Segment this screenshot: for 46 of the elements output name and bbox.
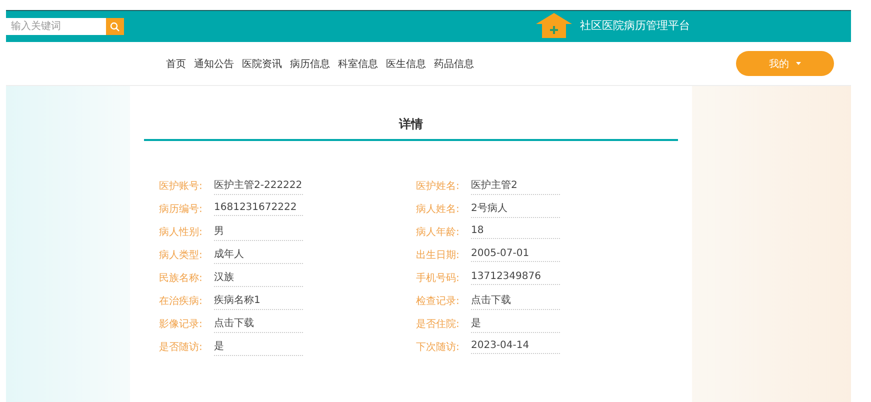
nav-link[interactable]: 医院资讯	[242, 56, 282, 70]
nav-link[interactable]: 首页	[166, 56, 186, 70]
search-button[interactable]	[106, 18, 124, 35]
nav-link[interactable]: 医生信息	[386, 56, 426, 70]
field-label: 是否随访:	[159, 340, 204, 354]
field-label: 下次随访:	[416, 340, 460, 354]
field-value: 医护主管2	[471, 178, 560, 194]
field-value: 是	[471, 316, 560, 332]
field-value: 2005-07-01	[471, 248, 560, 262]
field-label: 出生日期:	[416, 248, 460, 262]
detail-title: 详情	[144, 116, 678, 141]
field-value: 是	[214, 338, 303, 356]
field-label: 病历编号:	[159, 202, 204, 216]
house-plus-icon	[534, 12, 574, 38]
site-title: 社区医院病历管理平台	[580, 18, 690, 32]
field-value: 13712349876	[471, 271, 560, 285]
nav-link[interactable]: 科室信息	[338, 56, 378, 70]
field-value: 18	[471, 225, 560, 239]
field-label: 手机号码:	[416, 272, 460, 285]
field-label: 病人年龄:	[416, 226, 460, 239]
nav-link[interactable]: 通知公告	[194, 56, 234, 70]
field-label: 民族名称:	[159, 272, 204, 285]
field-value: 2号病人	[471, 200, 560, 218]
caret-icon	[796, 62, 801, 65]
nav-link[interactable]: 病历信息	[290, 56, 330, 70]
field-value: 点击下载	[214, 316, 303, 332]
field-value: 医护主管2-222222	[214, 178, 303, 194]
field-value: 1681231672222	[214, 202, 303, 216]
search-field[interactable]: 输入关键词	[6, 18, 106, 35]
field-value: 汉族	[214, 270, 303, 286]
field-value: 点击下载	[471, 292, 560, 310]
field-label: 病人姓名:	[416, 202, 460, 216]
field-label: 医护账号:	[159, 180, 204, 193]
nav-link[interactable]: 药品信息	[434, 56, 474, 70]
field-value: 2023-04-14	[471, 340, 560, 354]
field-label: 是否住院:	[416, 318, 460, 331]
field-value: 成年人	[214, 246, 303, 264]
field-label: 影像记录:	[159, 318, 204, 331]
field-label: 病人性别:	[159, 226, 204, 239]
field-value: 疾病名称1	[214, 292, 303, 310]
field-label: 病人类型:	[159, 248, 204, 262]
field-label: 医护姓名:	[416, 180, 460, 193]
search-icon	[110, 22, 120, 32]
field-label: 在治疾病:	[159, 294, 204, 308]
field-value: 男	[214, 224, 303, 240]
field-label: 检查记录:	[416, 294, 460, 308]
